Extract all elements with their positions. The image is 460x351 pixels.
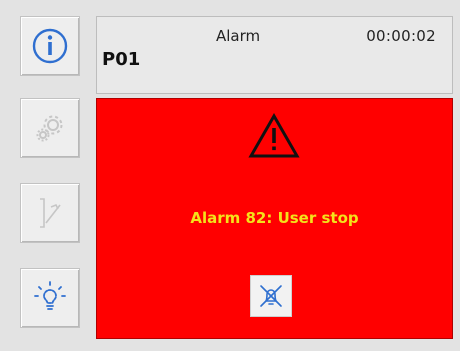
alarm-panel: Alarm 82: User stop xyxy=(96,98,453,339)
info-icon xyxy=(32,28,68,64)
header-timer: 00:00:02 xyxy=(366,27,436,45)
alarm-message: Alarm 82: User stop xyxy=(190,209,359,227)
header-state: Alarm xyxy=(216,27,261,45)
warning-triangle-icon xyxy=(248,112,300,158)
header-id: P01 xyxy=(102,49,141,70)
info-button[interactable] xyxy=(20,16,80,76)
lightbulb-icon xyxy=(34,281,66,310)
settings-button[interactable] xyxy=(20,98,80,158)
alarm-mute-icon xyxy=(260,285,282,307)
gear-icon xyxy=(36,115,63,142)
alarm-mute-button[interactable] xyxy=(250,275,292,317)
app-frame: Alarm 00:00:02 P01 Alarm 82: User stop xyxy=(0,0,460,351)
status-header: Alarm 00:00:02 P01 xyxy=(96,16,453,94)
curve-button[interactable] xyxy=(20,183,80,243)
lamp-button[interactable] xyxy=(20,268,80,328)
curve-icon xyxy=(40,198,61,228)
